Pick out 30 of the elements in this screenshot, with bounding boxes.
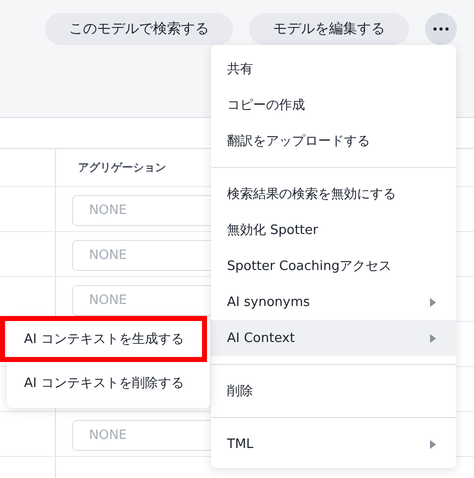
menu-item[interactable]: TML	[211, 426, 456, 462]
submenu-arrow-icon	[430, 440, 436, 448]
menu-item[interactable]: 削除	[211, 373, 456, 409]
menu-item-label: Spotter Coachingアクセス	[227, 258, 392, 275]
menu-item[interactable]: 共有	[211, 51, 456, 87]
submenu-item[interactable]: AI コンテキストを生成する	[0, 316, 207, 362]
menu-item[interactable]: AI Context	[211, 320, 456, 356]
submenu-arrow-icon	[430, 298, 436, 306]
menu-item-label: AI synonyms	[227, 294, 310, 310]
column-header: アグリゲーション	[78, 160, 166, 176]
menu-item[interactable]: コピーの作成	[211, 87, 456, 123]
submenu-item[interactable]: AI コンテキストを削除する	[7, 364, 210, 402]
menu-item[interactable]: Spotter Coachingアクセス	[211, 248, 456, 284]
menu-item[interactable]: 無効化 Spotter	[211, 212, 456, 248]
more-button[interactable]	[425, 13, 457, 45]
menu-item-label: 翻訳をアップロードする	[227, 133, 370, 150]
toolbar-button[interactable]: このモデルで検索する	[45, 13, 233, 45]
menu-item[interactable]: 翻訳をアップロードする	[211, 123, 456, 159]
menu-item-label: 共有	[227, 61, 253, 78]
more-icon	[433, 27, 449, 31]
toolbar-button[interactable]: モデルを編集する	[249, 13, 409, 45]
menu-item-label: 検索結果の検索を無効にする	[227, 186, 396, 203]
menu-item-label: TML	[227, 436, 254, 452]
menu-item-label: AI Context	[227, 330, 295, 346]
menu-item-label: 無効化 Spotter	[227, 222, 318, 239]
menu-item-label: 削除	[227, 383, 253, 400]
menu-item-label: コピーの作成	[227, 97, 305, 114]
menu-item[interactable]: AI synonyms	[211, 284, 456, 320]
menu-item[interactable]: 検索結果の検索を無効にする	[211, 176, 456, 212]
submenu-arrow-icon	[430, 334, 436, 342]
